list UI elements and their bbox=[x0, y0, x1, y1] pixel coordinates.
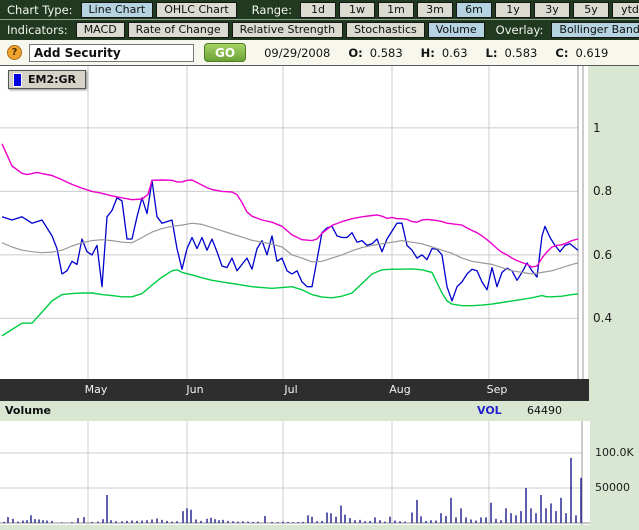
indicator-relative-strength-button[interactable]: Relative Strength bbox=[232, 22, 343, 38]
price-ytick-2: 0.6 bbox=[593, 248, 612, 262]
volume-title: Volume bbox=[5, 404, 51, 417]
range-1w-button[interactable]: 1w bbox=[339, 2, 375, 18]
range-1y-button[interactable]: 1y bbox=[495, 2, 531, 18]
quote-date: 09/29/2008 bbox=[264, 46, 330, 60]
volume-ytick-1: 50000 bbox=[595, 481, 635, 494]
go-button[interactable]: GO bbox=[204, 43, 246, 62]
range-label: Range: bbox=[252, 3, 292, 17]
indicators-toolbar: Indicators: MACDRate of ChangeRelative S… bbox=[0, 20, 639, 40]
quote-high: H:0.63 bbox=[421, 46, 468, 60]
range-6m-button[interactable]: 6m bbox=[456, 2, 492, 18]
price-chart-svg[interactable] bbox=[0, 66, 588, 379]
price-ytick-1: 0.8 bbox=[593, 184, 612, 198]
chart-type-label: Chart Type: bbox=[7, 3, 73, 17]
x-axis-label-sep: Sep bbox=[475, 383, 519, 396]
x-axis-label-aug: Aug bbox=[378, 383, 422, 396]
volume-header: Volume VOL 64490 bbox=[0, 401, 639, 421]
range-5y-button[interactable]: 5y bbox=[573, 2, 609, 18]
range-3y-button[interactable]: 3y bbox=[534, 2, 570, 18]
range-3m-button[interactable]: 3m bbox=[417, 2, 453, 18]
quote-open: O:0.583 bbox=[348, 46, 402, 60]
help-icon[interactable]: ? bbox=[7, 45, 22, 60]
volume-chart-region: 100.0K 50000 bbox=[0, 421, 639, 530]
quote-close: C:0.619 bbox=[555, 46, 608, 60]
indicators-label: Indicators: bbox=[7, 23, 68, 37]
quote-low: L:0.583 bbox=[486, 46, 538, 60]
security-legend: EM2:GR bbox=[8, 70, 86, 89]
legend-symbol: EM2:GR bbox=[28, 73, 76, 86]
add-security-input[interactable] bbox=[29, 44, 194, 62]
range-ytd-button[interactable]: ytd bbox=[612, 2, 639, 18]
volume-ytick-0: 100.0K bbox=[595, 446, 635, 459]
indicator-volume-button[interactable]: Volume bbox=[428, 22, 485, 38]
overlay-button-group: Bollinger Bands bbox=[551, 22, 639, 38]
indicator-macd-button[interactable]: MACD bbox=[76, 22, 125, 38]
vol-last-value: 64490 bbox=[527, 404, 562, 417]
x-axis-label-jul: Jul bbox=[269, 383, 313, 396]
chart-type-toolbar: Chart Type: Line ChartOHLC Chart Range: … bbox=[0, 0, 639, 20]
range-1d-button[interactable]: 1d bbox=[300, 2, 336, 18]
price-ytick-0: 1 bbox=[593, 121, 601, 135]
vol-legend-label: VOL bbox=[477, 404, 502, 417]
chart-type-button-group: Line ChartOHLC Chart bbox=[81, 2, 237, 18]
x-axis-label-jun: Jun bbox=[173, 383, 217, 396]
price-ytick-3: 0.4 bbox=[593, 311, 612, 325]
overlay-bollinger-bands-button[interactable]: Bollinger Bands bbox=[551, 22, 639, 38]
chart-type-line-button[interactable]: Line Chart bbox=[81, 2, 154, 18]
indicator-button-group: MACDRate of ChangeRelative StrengthStoch… bbox=[76, 22, 485, 38]
range-button-group: 1d1w1m3m6m1y3y5yytd bbox=[300, 2, 639, 18]
range-1m-button[interactable]: 1m bbox=[378, 2, 414, 18]
price-chart-region: EM2:GR 1 0.8 0.6 0.4 bbox=[0, 66, 639, 379]
chart-type-ohlc-button[interactable]: OHLC Chart bbox=[156, 2, 236, 18]
legend-color-swatch bbox=[13, 73, 22, 87]
indicator-rate-of-change-button[interactable]: Rate of Change bbox=[128, 22, 229, 38]
volume-chart-svg[interactable] bbox=[0, 421, 590, 525]
indicator-stochastics-button[interactable]: Stochastics bbox=[346, 22, 425, 38]
quote-readout: 09/29/2008 O:0.583 H:0.63 L:0.583 C:0.61… bbox=[264, 46, 608, 60]
security-row: ? GO 09/29/2008 O:0.583 H:0.63 L:0.583 C… bbox=[0, 40, 639, 66]
overlay-label: Overlay: bbox=[496, 23, 544, 37]
x-axis-label-may: May bbox=[74, 383, 118, 396]
x-axis-bar: May Jun Jul Aug Sep bbox=[0, 379, 639, 401]
